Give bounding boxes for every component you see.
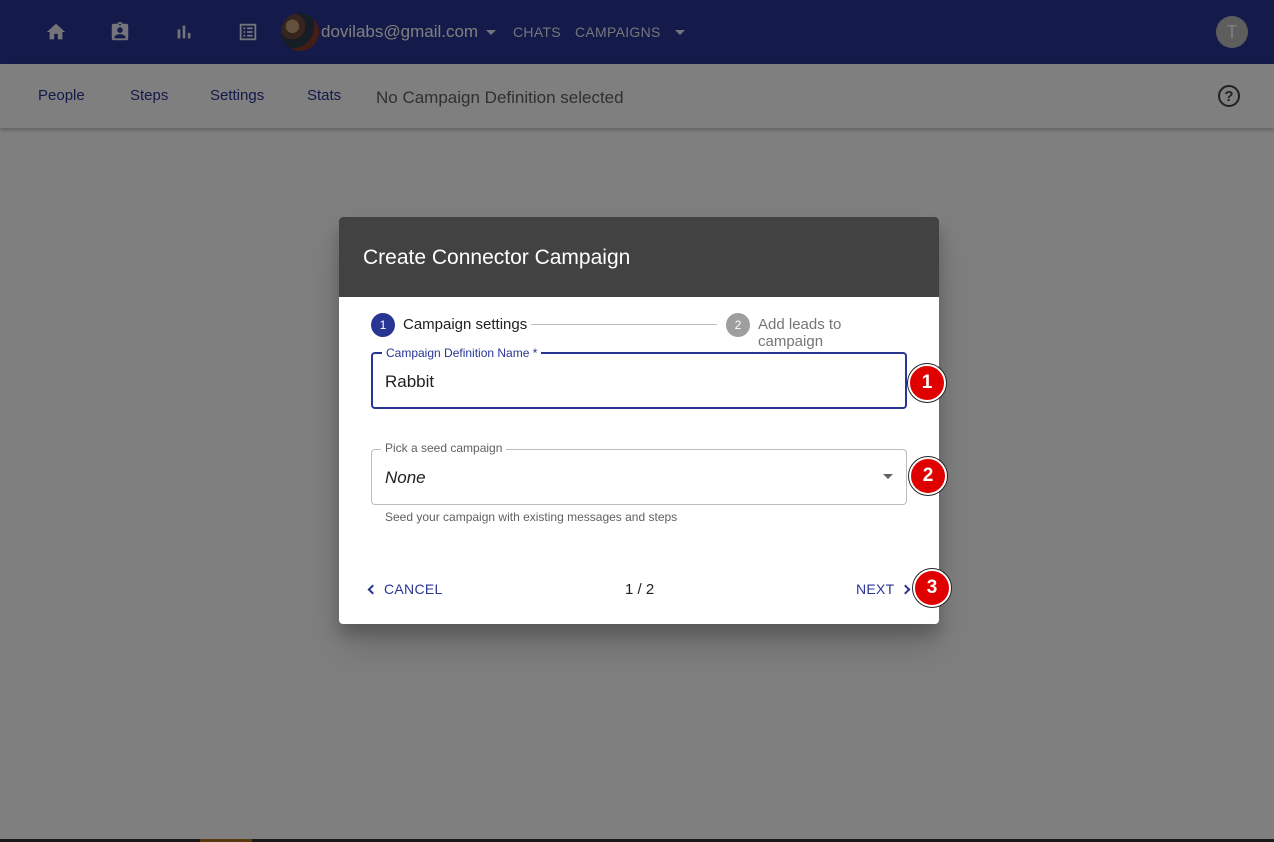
next-button[interactable]: NEXT (856, 581, 910, 597)
campaign-name-label: Campaign Definition Name * (382, 346, 542, 360)
step-1-label: Campaign settings (403, 316, 528, 333)
stepper: 1 Campaign settings 2 Add leads to campa… (371, 313, 907, 350)
dialog-title: Create Connector Campaign (339, 217, 939, 297)
step-pager: 1 / 2 (625, 581, 655, 598)
seed-campaign-label: Pick a seed campaign (381, 441, 507, 455)
chevron-right-icon (900, 584, 910, 594)
dropdown-arrow-icon[interactable] (883, 474, 893, 479)
step-2-label: Add leads to campaign (758, 316, 842, 350)
step-1-number: 1 (371, 313, 395, 337)
annotation-badge-1: 1 (908, 364, 946, 402)
step-2-number: 2 (726, 313, 750, 337)
campaign-name-input[interactable]: Rabbit (385, 372, 434, 392)
cancel-button[interactable]: CANCEL (367, 581, 443, 597)
next-button-label: NEXT (856, 581, 895, 597)
annotation-badge-3: 3 (913, 569, 951, 607)
create-campaign-dialog: Create Connector Campaign 1 Campaign set… (339, 217, 939, 624)
annotation-badge-2: 2 (909, 457, 947, 495)
cancel-button-label: CANCEL (384, 581, 443, 597)
seed-campaign-value: None (385, 468, 426, 487)
seed-campaign-helper-text: Seed your campaign with existing message… (385, 510, 678, 524)
chevron-left-icon (367, 584, 378, 594)
campaign-name-field[interactable]: Campaign Definition Name * Rabbit (371, 346, 907, 409)
seed-campaign-select[interactable]: Pick a seed campaign None (371, 441, 907, 505)
step-connector (531, 324, 717, 325)
